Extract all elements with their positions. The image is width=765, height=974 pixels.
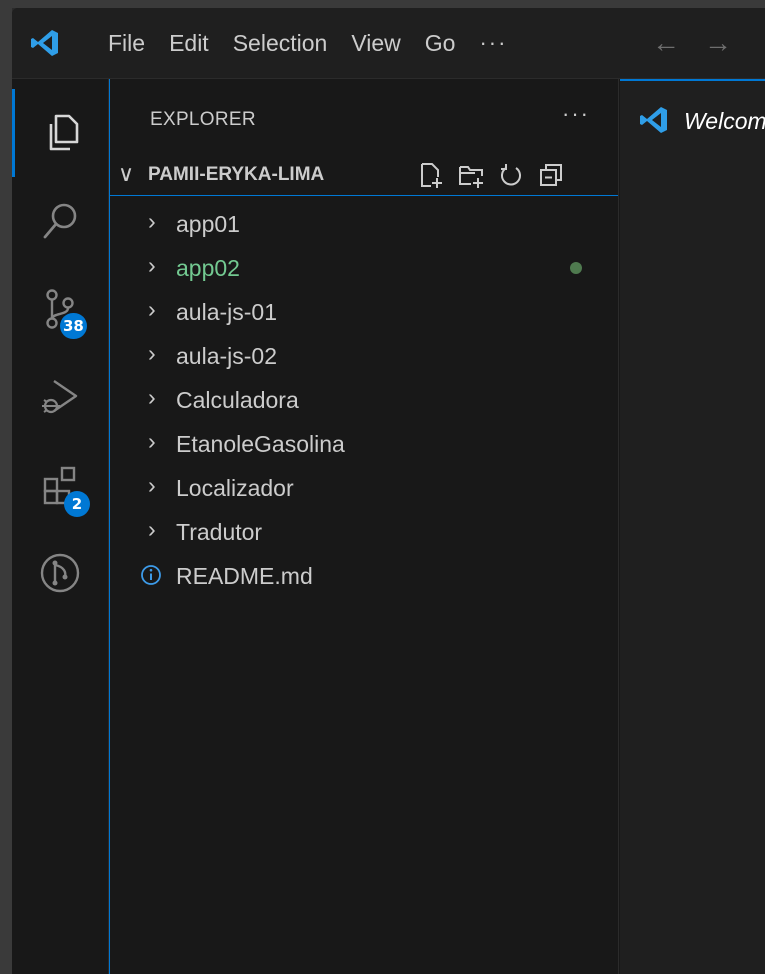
menu-edit[interactable]: Edit [157, 23, 221, 63]
modified-dot-icon [570, 262, 582, 274]
tree-item-label: aula-js-01 [176, 299, 277, 325]
chevron-right-icon: › [148, 208, 156, 234]
menu-go[interactable]: Go [413, 23, 468, 63]
collapse-all-icon[interactable] [536, 159, 566, 191]
git-graph-icon [40, 553, 80, 593]
search-icon [43, 203, 77, 239]
new-file-icon[interactable] [416, 159, 446, 191]
activity-explorer[interactable] [12, 89, 108, 177]
chevron-right-icon: › [148, 340, 156, 366]
workspace-name: PAMII-ERYKA-LIMA [148, 164, 325, 185]
editor-body [620, 157, 765, 974]
activity-source-control[interactable]: 38 [12, 265, 108, 353]
explorer-sidebar: EXPLORER ··· ∨ PAMII-ERYKA-LIMA › app01 … [109, 79, 619, 974]
activity-search[interactable] [12, 177, 108, 265]
tree-item-label: app02 [176, 255, 240, 281]
chevron-right-icon: › [148, 472, 156, 498]
activity-git-graph[interactable] [12, 529, 108, 617]
run-debug-icon [42, 380, 78, 414]
forward-arrow-icon[interactable]: → [704, 26, 732, 60]
background-top-strip [0, 0, 765, 8]
vscode-window: File Edit Selection View Go ··· ← → 38 2… [12, 8, 765, 974]
chevron-right-icon: › [148, 516, 156, 542]
tree-item-label: EtanoleGasolina [176, 431, 345, 457]
title-bar: File Edit Selection View Go ··· ← → [12, 8, 765, 79]
tree-item-folder[interactable]: › Localizador [110, 465, 618, 509]
tree-item-file[interactable]: README.md [110, 553, 618, 597]
tab-welcome[interactable]: Welcom [620, 79, 765, 157]
refresh-icon[interactable] [496, 159, 526, 191]
tree-item-folder[interactable]: › app01 [110, 201, 618, 245]
activity-extensions[interactable]: 2 [12, 441, 108, 529]
chevron-right-icon: › [148, 428, 156, 454]
vscode-logo-icon [31, 30, 58, 56]
tab-label: Welcom [684, 108, 765, 134]
menu-more-button[interactable]: ··· [467, 30, 519, 56]
workspace-section-header[interactable]: ∨ PAMII-ERYKA-LIMA [110, 155, 618, 196]
menu-selection[interactable]: Selection [221, 23, 340, 63]
menu-file[interactable]: File [96, 23, 157, 63]
tree-item-folder[interactable]: › Calculadora [110, 377, 618, 421]
files-icon [49, 114, 78, 151]
menu-bar: File Edit Selection View Go ··· [96, 8, 519, 78]
activity-bar: 38 2 [12, 79, 109, 974]
extensions-badge: 2 [64, 491, 90, 517]
tree-item-label: Localizador [176, 475, 294, 501]
activity-run-debug[interactable] [12, 353, 108, 441]
tree-item-label: Calculadora [176, 387, 299, 413]
menu-view[interactable]: View [339, 23, 412, 63]
chevron-right-icon: › [148, 252, 156, 278]
tree-item-folder[interactable]: › EtanoleGasolina [110, 421, 618, 465]
explorer-more-actions[interactable]: ··· [562, 101, 590, 127]
chevron-right-icon: › [148, 384, 156, 410]
chevron-right-icon: › [148, 296, 156, 322]
background-window-strip [0, 0, 12, 974]
vscode-logo-icon [640, 107, 667, 133]
back-arrow-icon[interactable]: ← [652, 26, 680, 60]
editor-area: Welcom [620, 79, 765, 974]
tree-item-label: app01 [176, 211, 240, 237]
explorer-title: EXPLORER [150, 109, 256, 130]
chevron-down-icon: ∨ [118, 161, 135, 186]
tree-item-folder[interactable]: › app02 [110, 245, 618, 289]
info-icon [141, 565, 161, 585]
source-control-badge: 38 [60, 313, 87, 339]
section-actions [416, 159, 566, 191]
tree-item-folder[interactable]: › Tradutor [110, 509, 618, 553]
tree-item-folder[interactable]: › aula-js-01 [110, 289, 618, 333]
navigation-arrows: ← → [652, 26, 732, 60]
tree-item-label: README.md [176, 563, 313, 589]
tree-item-label: aula-js-02 [176, 343, 277, 369]
tree-item-folder[interactable]: › aula-js-02 [110, 333, 618, 377]
new-folder-icon[interactable] [456, 159, 486, 191]
tree-item-label: Tradutor [176, 519, 263, 545]
